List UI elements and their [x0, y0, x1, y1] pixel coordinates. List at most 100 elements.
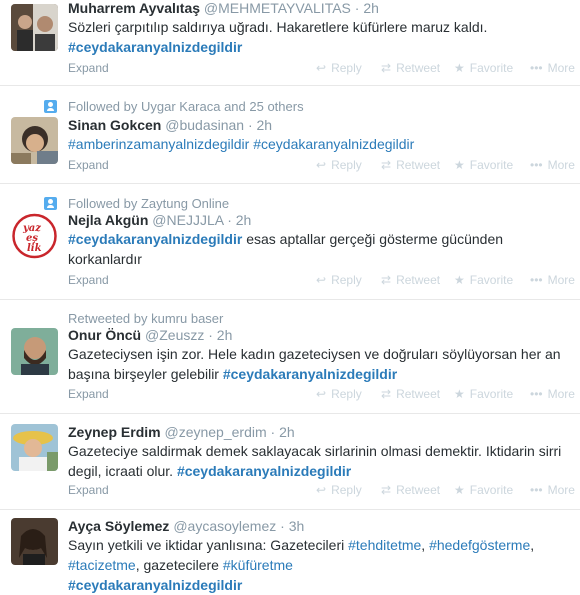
more-button[interactable]: ••• More: [530, 61, 575, 75]
context-label[interactable]: Followed by Uygar Karaca and 25 others: [68, 99, 304, 114]
reply-button[interactable]: ↩ Reply: [316, 158, 362, 172]
avatar[interactable]: [11, 424, 58, 471]
retweet-label: Retweet: [396, 61, 441, 75]
hashtag-link[interactable]: #hedefgösterme: [429, 537, 530, 553]
timestamp[interactable]: · 2h: [227, 212, 251, 228]
username[interactable]: @Zeuszz: [145, 327, 204, 343]
username[interactable]: @budasinan: [165, 117, 244, 133]
context-label[interactable]: Followed by Zaytung Online: [68, 196, 229, 211]
tweet-item[interactable]: Followed by Uygar Karaca and 25 others S…: [0, 86, 580, 184]
follow-user-icon: [44, 100, 57, 113]
fullname[interactable]: Onur Öncü: [68, 327, 141, 343]
username[interactable]: @NEJJJLA: [152, 212, 223, 228]
retweet-button[interactable]: ⇄ Retweet: [381, 61, 440, 75]
reply-label: Reply: [331, 273, 362, 287]
expand-link[interactable]: Expand: [68, 61, 109, 75]
reply-button[interactable]: ↩ Reply: [316, 273, 362, 287]
tweet-text-part: ,: [421, 537, 430, 553]
more-button[interactable]: ••• More: [530, 483, 575, 497]
expand-link[interactable]: Expand: [68, 387, 109, 401]
hashtag-link[interactable]: #tehditetme: [348, 537, 421, 553]
more-button[interactable]: ••• More: [530, 158, 575, 172]
timestamp[interactable]: · 2h: [271, 424, 295, 440]
reply-label: Reply: [331, 387, 362, 401]
expand-link[interactable]: Expand: [68, 158, 109, 172]
more-button[interactable]: ••• More: [530, 273, 575, 287]
hashtag-link[interactable]: #ceydakaranyalnizdegildir: [68, 231, 242, 247]
favorite-button[interactable]: ★ Favorite: [454, 483, 513, 497]
star-icon: ★: [454, 387, 465, 401]
avatar[interactable]: [11, 328, 58, 375]
reply-button[interactable]: ↩ Reply: [316, 61, 362, 75]
retweet-arrows-icon: ⇄: [381, 387, 392, 401]
avatar[interactable]: [11, 4, 58, 51]
tweet-actions: Expand ↩ Reply ⇄ Retweet ★ Favorite ••• More: [68, 483, 578, 499]
reply-button[interactable]: ↩ Reply: [316, 483, 362, 497]
username[interactable]: @zeynep_erdim: [164, 424, 266, 440]
retweet-button[interactable]: ⇄ Retweet: [381, 483, 440, 497]
fullname[interactable]: Muharrem Ayvalıtaş: [68, 0, 200, 16]
tweet-text: #ceydakaranyalnizdegildir esas aptallar …: [68, 229, 568, 269]
more-label: More: [547, 61, 575, 75]
username[interactable]: @aycasoylemez: [173, 518, 276, 534]
svg-text:lik: lik: [27, 243, 42, 254]
tweet-context: Retweeted by kumru baser: [68, 311, 223, 326]
hashtag-link[interactable]: #ceydakaranyalnizdegildir: [223, 366, 397, 382]
favorite-label: Favorite: [469, 273, 514, 287]
avatar[interactable]: [11, 117, 58, 164]
tweet-text-part: degil, icraati olur.: [68, 463, 177, 479]
hashtag-link[interactable]: #ceydakaranyalnizdegildir: [177, 463, 351, 479]
retweet-button[interactable]: ⇄ Retweet: [381, 387, 440, 401]
reply-button[interactable]: ↩ Reply: [316, 387, 362, 401]
reply-label: Reply: [331, 483, 362, 497]
retweet-button[interactable]: ⇄ Retweet: [381, 273, 440, 287]
fullname[interactable]: Zeynep Erdim: [68, 424, 161, 440]
timestamp[interactable]: · 2h: [355, 0, 379, 16]
yazeslik-logo-icon: yaz eş lik: [12, 213, 57, 259]
star-icon: ★: [454, 483, 465, 497]
fullname[interactable]: Sinan Gokcen: [68, 117, 161, 133]
expand-link[interactable]: Expand: [68, 273, 109, 287]
favorite-button[interactable]: ★ Favorite: [454, 158, 513, 172]
tweet-actions: Expand ↩ Reply ⇄ Retweet ★ Favorite ••• More: [68, 61, 578, 77]
username[interactable]: @MEHMETAYVALITAS: [204, 0, 351, 16]
tweet-item[interactable]: Muharrem Ayvalıtaş @MEHMETAYVALITAS · 2h…: [0, 0, 580, 86]
expand-link[interactable]: Expand: [68, 483, 109, 497]
avatar[interactable]: [11, 518, 58, 565]
more-button[interactable]: ••• More: [530, 387, 575, 401]
tweet-context: Followed by Zaytung Online: [44, 196, 229, 211]
avatar[interactable]: yaz eş lik: [11, 212, 58, 259]
context-label[interactable]: Retweeted by kumru baser: [68, 311, 223, 326]
hashtag-link[interactable]: #küfüretme: [223, 557, 293, 573]
favorite-button[interactable]: ★ Favorite: [454, 387, 513, 401]
hashtag-link[interactable]: #ceydakaranyalnizdegildir: [68, 39, 242, 55]
retweet-label: Retweet: [396, 483, 441, 497]
hashtag-link[interactable]: #amberinzamanyalnizdegildir: [68, 136, 249, 152]
dots-icon: •••: [530, 273, 543, 287]
more-label: More: [547, 483, 575, 497]
tweet-text-part: esas aptallar gerçeği gösterme gücünden: [242, 231, 504, 247]
fullname[interactable]: Ayça Söylemez: [68, 518, 169, 534]
tweet-item[interactable]: Ayça Söylemez @aycasoylemez · 3h Sayın y…: [0, 510, 580, 593]
tweet-text-part: Gazeteciysen işin zor. Hele kadın gazete…: [68, 346, 561, 362]
tweet-text-part: ,: [530, 537, 535, 553]
fullname[interactable]: Nejla Akgün: [68, 212, 148, 228]
timestamp[interactable]: · 2h: [208, 327, 232, 343]
retweet-label: Retweet: [396, 387, 441, 401]
reply-label: Reply: [331, 61, 362, 75]
favorite-button[interactable]: ★ Favorite: [454, 273, 513, 287]
tweet-item[interactable]: Zeynep Erdim @zeynep_erdim · 2h Gazeteci…: [0, 414, 580, 510]
tweet-text-part: , gazetecilere: [135, 557, 223, 573]
timestamp[interactable]: · 2h: [248, 117, 272, 133]
hashtag-link[interactable]: #ceydakaranyalnizdegildir: [253, 136, 414, 152]
tweet-item[interactable]: Retweeted by kumru baser Onur Öncü @Zeus…: [0, 300, 580, 414]
star-icon: ★: [454, 61, 465, 75]
retweet-button[interactable]: ⇄ Retweet: [381, 158, 440, 172]
favorite-button[interactable]: ★ Favorite: [454, 61, 513, 75]
timestamp[interactable]: · 3h: [280, 518, 304, 534]
retweet-label: Retweet: [396, 158, 441, 172]
tweet-item[interactable]: Followed by Zaytung Online yaz eş lik Ne…: [0, 184, 580, 300]
hashtag-link[interactable]: #tacizetme: [68, 557, 136, 573]
favorite-label: Favorite: [469, 158, 514, 172]
tweet-text-part: Sayın yetkili ve iktidar yanlısına: Gaze…: [68, 537, 349, 553]
